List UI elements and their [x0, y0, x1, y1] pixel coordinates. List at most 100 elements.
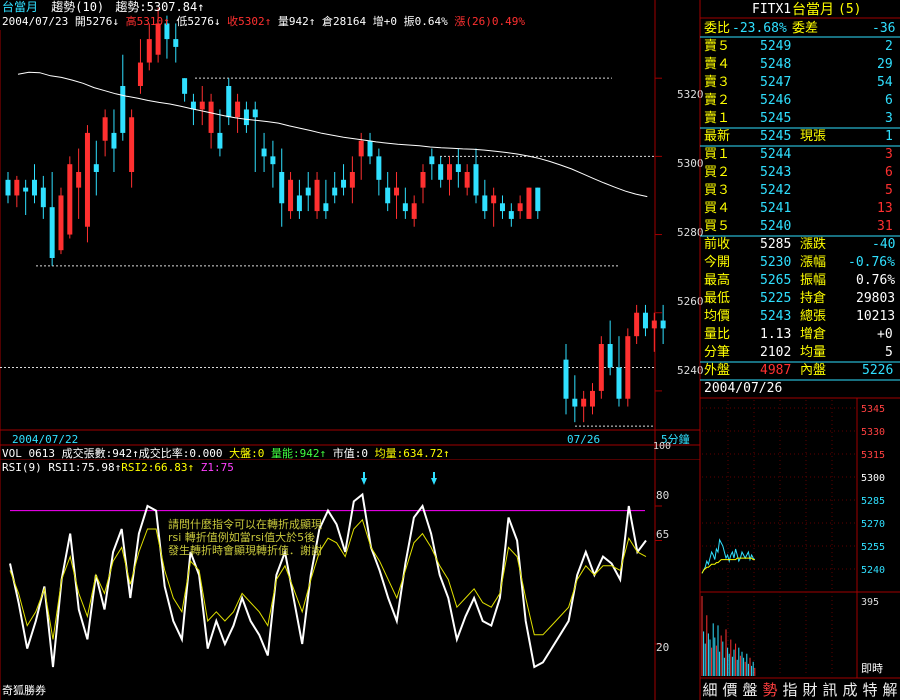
stat-value: 5285 [760, 237, 792, 252]
quote-count: (5) [838, 2, 862, 17]
bid-qty: 6 [885, 165, 893, 180]
bid-row[interactable]: 買３ 5242 5 [0, 182, 900, 200]
stat-row: 最低 5225 持倉 29803 [0, 290, 900, 308]
ask-label: 賣５ [704, 39, 731, 54]
bid-row[interactable]: 買４ 5241 13 [0, 200, 900, 218]
stat-value: 5 [885, 345, 893, 360]
intraday-date: 2004/07/26 [704, 381, 783, 396]
mini-tick: 5270 [861, 519, 886, 530]
ask-label: 賣１ [704, 111, 731, 126]
mini-tick: 5330 [861, 427, 886, 438]
last-trade-row: 最新 5245 現張 1 [0, 128, 900, 146]
stat-value: 5225 [760, 291, 792, 306]
ratio-label: 委比 [704, 21, 731, 36]
stat-value: 5265 [760, 273, 792, 288]
ask-row[interactable]: 賣１ 5245 3 [0, 110, 900, 128]
bid-price: 5244 [760, 147, 792, 162]
nav-trend[interactable]: 勢 [762, 679, 777, 700]
mini-tick: 5345 [861, 404, 886, 415]
outer-inner-row: 外盤 4987 內盤 5226 [0, 362, 900, 380]
nav-news[interactable]: 訊 [822, 679, 837, 700]
stat-value: 1.13 [760, 327, 792, 342]
stat-label: 分筆 [704, 345, 731, 360]
ask-label: 賣４ [704, 57, 731, 72]
ask-row[interactable]: 賣２ 5246 6 [0, 92, 900, 110]
ratio-row: 委比 -23.68% 委差 -36 [0, 20, 900, 38]
mini-vol-label: 即時 [861, 662, 883, 675]
bid-qty: 5 [885, 183, 893, 198]
quote-title-row: FITX1 台當月 (5) [0, 1, 900, 19]
outer-label: 外盤 [704, 363, 731, 378]
ask-label: 賣２ [704, 93, 731, 108]
ask-qty: 54 [877, 75, 893, 90]
stat-value: +0 [877, 327, 893, 342]
stat-label: 最低 [704, 291, 731, 306]
stat-label: 漲跌 [800, 237, 827, 252]
stat-label: 最高 [704, 273, 731, 288]
stat-label: 增倉 [800, 327, 827, 342]
diff-value: -36 [872, 21, 896, 36]
stat-label: 總張 [800, 309, 827, 324]
mini-tick: 5300 [861, 473, 886, 484]
bid-price: 5242 [760, 183, 792, 198]
quote-code: FITX1 [752, 2, 792, 17]
ask-price: 5246 [760, 93, 792, 108]
stat-label: 漲幅 [800, 255, 827, 270]
stat-row: 量比 1.13 增倉 +0 [0, 326, 900, 344]
stat-value: 5243 [760, 309, 792, 324]
ask-qty: 3 [885, 111, 893, 126]
mini-tick: 5285 [861, 496, 886, 507]
last-price: 5245 [760, 129, 792, 144]
bid-row[interactable]: 買２ 5243 6 [0, 164, 900, 182]
bid-qty: 31 [877, 219, 893, 234]
stat-value: 29803 [856, 291, 896, 306]
nav-book[interactable]: 盤 [742, 679, 757, 700]
nav-explain[interactable]: 解 [882, 679, 897, 700]
nav-finance[interactable]: 財 [802, 679, 817, 700]
last-qty-label: 現張 [800, 129, 827, 144]
stat-row: 今開 5230 漲幅 -0.76% [0, 254, 900, 272]
stat-label: 均量 [800, 345, 827, 360]
nav-special[interactable]: 特 [862, 679, 877, 700]
nav-price[interactable]: 價 [722, 679, 737, 700]
stat-value: 0.76% [856, 273, 896, 288]
stat-value: 2102 [760, 345, 792, 360]
stat-label: 持倉 [800, 291, 827, 306]
quote-name[interactable]: 台當月 [792, 1, 834, 19]
stat-label: 量比 [704, 327, 731, 342]
nav-index[interactable]: 指 [782, 679, 797, 700]
inner-value: 5226 [862, 363, 894, 378]
stat-label: 今開 [704, 255, 731, 270]
stat-value: -0.76% [848, 255, 895, 270]
mini-vol-max: 395 [861, 597, 880, 608]
stat-value: -40 [872, 237, 896, 252]
ask-price: 5249 [760, 39, 792, 54]
stat-label: 前收 [704, 237, 731, 252]
inner-label: 內盤 [800, 363, 827, 378]
ask-row[interactable]: 賣４ 5248 29 [0, 56, 900, 74]
mini-tick: 5240 [861, 565, 886, 576]
nav-trades[interactable]: 成 [842, 679, 857, 700]
ratio-value: -23.68% [732, 21, 787, 36]
stat-label: 均價 [704, 309, 731, 324]
bid-label: 買５ [704, 219, 731, 234]
intraday-date-row: 2004/07/26 [0, 380, 900, 398]
bid-row[interactable]: 買５ 5240 31 [0, 218, 900, 236]
ask-qty: 6 [885, 93, 893, 108]
ask-price: 5248 [760, 57, 792, 72]
bid-row[interactable]: 買１ 5244 3 [0, 146, 900, 164]
mini-tick: 5315 [861, 450, 886, 461]
ask-row[interactable]: 賣５ 5249 2 [0, 38, 900, 56]
stat-value: 10213 [856, 309, 896, 324]
bid-label: 買３ [704, 183, 731, 198]
bid-qty: 3 [885, 147, 893, 162]
ask-price: 5245 [760, 111, 792, 126]
stat-label: 振幅 [800, 273, 827, 288]
nav-detail[interactable]: 細 [702, 679, 717, 700]
bid-label: 買１ [704, 147, 731, 162]
stat-row: 前收 5285 漲跌 -40 [0, 236, 900, 254]
bid-qty: 13 [877, 201, 893, 216]
bottom-nav: 細 價 盤 勢 指 財 訊 成 特 解 [700, 679, 900, 700]
bid-label: 買４ [704, 201, 731, 216]
ask-row[interactable]: 賣３ 5247 54 [0, 74, 900, 92]
